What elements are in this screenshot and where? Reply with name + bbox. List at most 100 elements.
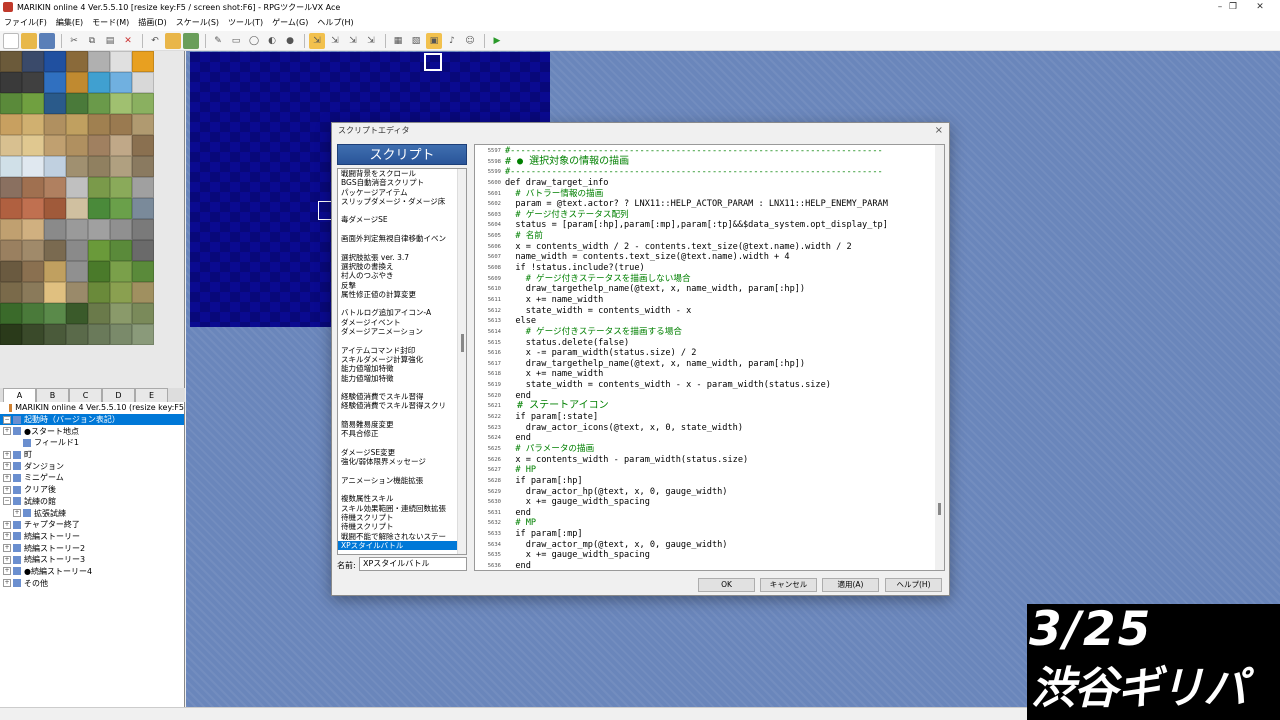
tile[interactable]	[44, 177, 66, 198]
tile[interactable]	[44, 114, 66, 135]
code-line[interactable]: 5633 if param[:mp]	[475, 529, 944, 540]
map-tree[interactable]: MARIKIN online 4 Ver.5.5.10 (resize key:…	[0, 402, 185, 707]
code-line[interactable]: 5607 name_width = contents.text_size(@te…	[475, 252, 944, 263]
script-list-item[interactable]: スリップダメージ・ダメージ床	[338, 197, 466, 206]
script-list-item[interactable]: 経験値消費でスキル習得スクリ	[338, 401, 466, 410]
script-list-item[interactable]	[338, 243, 466, 252]
script-list-scroll-thumb[interactable]	[461, 334, 464, 352]
code-line[interactable]: 5614 # ゲージ付きステータスを描画する場合	[475, 327, 944, 338]
tileset-palette[interactable]	[0, 51, 185, 388]
tile[interactable]	[0, 156, 22, 177]
tab-d[interactable]: D	[102, 388, 135, 402]
ok-button[interactable]: OK	[698, 578, 755, 592]
script-list-item[interactable]: 戦闘背景をスクロール	[338, 169, 466, 178]
menu-edit[interactable]: 編集(E)	[56, 17, 83, 28]
scale-1-8-icon[interactable]: ⇲	[363, 33, 379, 49]
map-tree-item[interactable]: MARIKIN online 4 Ver.5.5.10 (resize key:…	[0, 402, 184, 414]
code-line[interactable]: 5612 state_width = contents_width - x	[475, 306, 944, 317]
script-list-item[interactable]: 選択肢の書換え	[338, 262, 466, 271]
tile[interactable]	[22, 219, 44, 240]
apply-button[interactable]: 適用(A)	[822, 578, 879, 592]
expand-toggle-icon[interactable]: +	[3, 462, 11, 471]
tile[interactable]	[0, 282, 22, 303]
menu-help[interactable]: ヘルプ(H)	[317, 17, 353, 28]
close-window-button[interactable]: ✕	[1240, 0, 1280, 14]
tile[interactable]	[22, 135, 44, 156]
tile[interactable]	[88, 198, 110, 219]
resource-manager-icon[interactable]: ▧	[408, 33, 424, 49]
tile[interactable]	[132, 114, 154, 135]
script-list-item[interactable]: 毒ダメージSE	[338, 215, 466, 224]
map-tree-item[interactable]: − 起動時（バージョン表記）	[0, 413, 184, 426]
map-tree-item[interactable]: + チャプター終了	[0, 519, 184, 531]
script-list-item[interactable]: 反撃	[338, 281, 466, 290]
menu-file[interactable]: ファイル(F)	[4, 17, 47, 28]
tile[interactable]	[132, 156, 154, 177]
tile[interactable]	[0, 72, 22, 93]
script-list-item[interactable]: 簡易難易度変更	[338, 420, 466, 429]
tile[interactable]	[22, 114, 44, 135]
tile[interactable]	[132, 72, 154, 93]
tile[interactable]	[110, 93, 132, 114]
cancel-button[interactable]: キャンセル	[760, 578, 817, 592]
help-button[interactable]: ヘルプ(H)	[885, 578, 942, 592]
tile[interactable]	[66, 219, 88, 240]
script-list[interactable]: 戦闘背景をスクロール BGS自動消音スクリプト パッケージアイテム スリップダメージ・…	[337, 168, 467, 555]
tile[interactable]	[132, 51, 154, 72]
scale-1-2-icon[interactable]: ⇲	[327, 33, 343, 49]
expand-toggle-icon[interactable]: +	[13, 509, 21, 518]
tile[interactable]	[132, 135, 154, 156]
tab-b[interactable]: B	[36, 388, 69, 402]
expand-toggle-icon[interactable]: +	[3, 520, 11, 529]
tile[interactable]	[110, 240, 132, 261]
tile[interactable]	[66, 135, 88, 156]
code-line[interactable]: 5609 # ゲージ付きステータスを描画しない場合	[475, 274, 944, 285]
code-scroll-thumb[interactable]	[938, 503, 941, 515]
tile[interactable]	[110, 51, 132, 72]
tile[interactable]	[88, 261, 110, 282]
code-line[interactable]: 5635 x += gauge_width_spacing	[475, 550, 944, 561]
tile[interactable]	[44, 198, 66, 219]
tile[interactable]	[0, 51, 22, 72]
map-tree-item[interactable]: + 続編ストーリー	[0, 531, 184, 543]
tile[interactable]	[44, 51, 66, 72]
tile[interactable]	[22, 156, 44, 177]
code-line[interactable]: 5625 # パラメータの描画	[475, 444, 944, 455]
tile[interactable]	[0, 177, 22, 198]
code-line[interactable]: 5601 # バトラー情報の描画	[475, 189, 944, 200]
script-list-item[interactable]: XPスタイルバトル	[338, 540, 466, 551]
tile[interactable]	[22, 177, 44, 198]
code-line[interactable]: 5611 x += name_width	[475, 295, 944, 306]
expand-toggle-icon[interactable]: −	[3, 415, 11, 424]
tile[interactable]	[66, 198, 88, 219]
map-tree-item[interactable]: − 試練の館	[0, 496, 184, 508]
code-line[interactable]: 5622 if param[:state]	[475, 412, 944, 423]
expand-toggle-icon[interactable]: +	[3, 473, 11, 482]
event-layer-icon[interactable]	[183, 32, 199, 49]
tile[interactable]	[44, 303, 66, 324]
tile[interactable]	[88, 51, 110, 72]
tile[interactable]	[0, 324, 22, 345]
tile[interactable]	[66, 156, 88, 177]
tile[interactable]	[66, 303, 88, 324]
map-tree-item[interactable]: + 拡張試練	[0, 507, 184, 519]
tile[interactable]	[44, 135, 66, 156]
code-line[interactable]: 5634 draw_actor_mp(@text, x, 0, gauge_wi…	[475, 540, 944, 551]
map-tree-item[interactable]: + 続編ストーリー2	[0, 542, 184, 554]
expand-toggle-icon[interactable]: +	[3, 450, 11, 459]
script-list-item[interactable]: 属性修正値の計算変更	[338, 290, 466, 299]
tile[interactable]	[132, 282, 154, 303]
tile[interactable]	[66, 72, 88, 93]
script-list-scrollbar[interactable]	[457, 169, 466, 554]
tile[interactable]	[88, 177, 110, 198]
tile[interactable]	[44, 156, 66, 177]
tile[interactable]	[132, 240, 154, 261]
expand-toggle-icon[interactable]: +	[3, 544, 11, 553]
code-line[interactable]: 5613 else	[475, 316, 944, 327]
code-line[interactable]: 5623 draw_actor_icons(@text, x, 0, state…	[475, 423, 944, 434]
script-list-item[interactable]: BGS自動消音スクリプト	[338, 178, 466, 187]
menu-scale[interactable]: スケール(S)	[176, 17, 219, 28]
tile[interactable]	[44, 72, 66, 93]
code-line[interactable]: 5615 status.delete(false)	[475, 338, 944, 349]
expand-toggle-icon[interactable]: +	[3, 485, 11, 494]
